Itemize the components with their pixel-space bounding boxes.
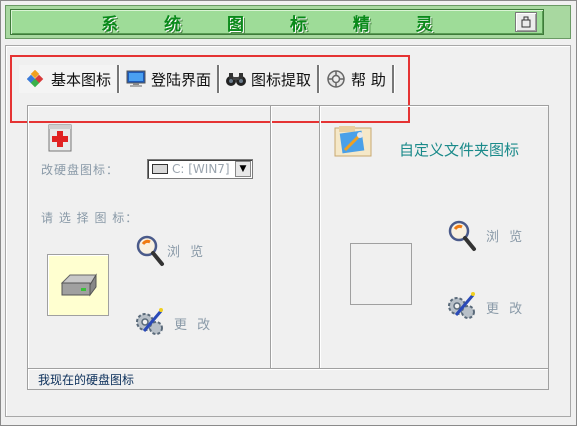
change-button-left[interactable]: 更 改 (174, 314, 213, 333)
status-divider (28, 368, 548, 370)
change-drive-icon-label: 改硬盘图标： (41, 163, 120, 177)
browse-button-right[interactable]: 浏 览 (486, 226, 525, 245)
search-icon[interactable] (447, 219, 477, 257)
column-divider-right (319, 106, 321, 369)
status-text: 我现在的硬盘图标 (38, 373, 135, 387)
drive-select-value: C: [WIN7] (172, 162, 230, 176)
gear-wand-icon[interactable] (134, 305, 166, 341)
gear-wand-icon[interactable] (446, 289, 478, 325)
hard-drive-preview-icon (60, 273, 97, 297)
column-divider-left (270, 106, 272, 369)
title-bar: 系 统 图 标 精 灵 (5, 5, 571, 39)
custom-folder-title: 自定义文件夹图标 (399, 141, 520, 159)
choose-icon-label: 请 选 择 图 标： (41, 211, 139, 225)
custom-folder-icon (333, 124, 375, 162)
chevron-down-icon[interactable]: ▼ (235, 161, 251, 177)
change-button-right[interactable]: 更 改 (486, 298, 525, 317)
title-banner: 系 统 图 标 精 灵 (10, 9, 544, 35)
app-window: 系 统 图 标 精 灵 基本图标 登陆界面 图标提取 帮 助 改硬盘图标： C:… (0, 0, 577, 426)
window-button[interactable] (515, 12, 537, 32)
app-title: 系 统 图 标 精 灵 (101, 14, 453, 35)
custom-folder-preview (350, 243, 412, 305)
current-drive-icon-preview (47, 254, 109, 316)
search-icon[interactable] (135, 234, 165, 272)
drive-first-aid-icon (47, 123, 75, 157)
hard-drive-icon (152, 164, 168, 174)
window-button-icon (521, 16, 531, 28)
browse-button-left[interactable]: 浏 览 (167, 241, 206, 260)
drive-select[interactable]: C: [WIN7] ▼ (147, 159, 253, 179)
